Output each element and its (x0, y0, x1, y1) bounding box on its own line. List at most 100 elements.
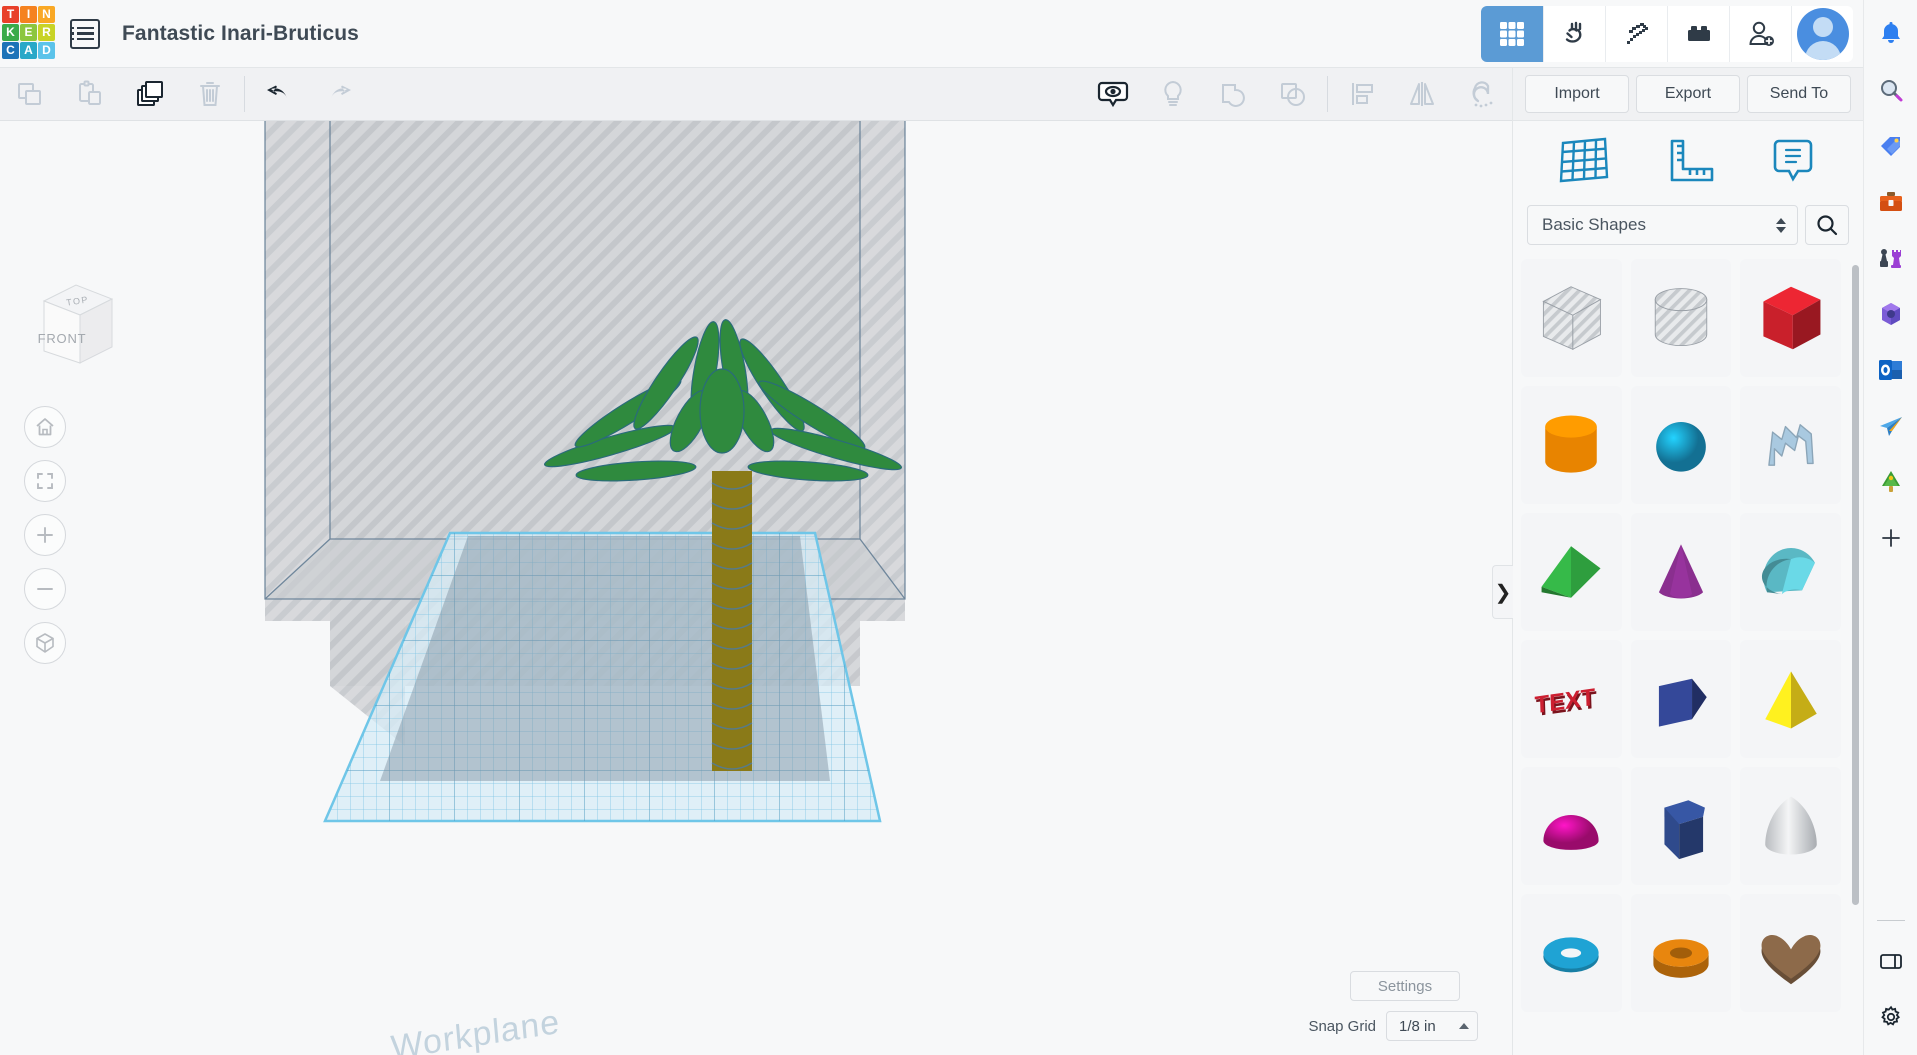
viewcube[interactable]: TOP FRONT (26, 271, 126, 371)
toggle-perspective-button[interactable] (24, 622, 66, 664)
shape-search-button[interactable] (1805, 205, 1849, 245)
logo-tile-e: E (20, 23, 37, 41)
tinkercad-logo[interactable]: TIN KER CAD (0, 0, 55, 68)
sidebar-item-toggle-panel[interactable] (1871, 941, 1911, 981)
scribble-thumbnail (1767, 424, 1814, 466)
pickaxe-icon (1626, 22, 1648, 44)
ungroup-shapes-icon (1281, 83, 1305, 106)
shape-sphere[interactable] (1630, 386, 1732, 504)
shape-heart[interactable] (1740, 894, 1841, 1012)
3d-viewport[interactable]: TOP FRONT Workplane Settings Snap Grid 1… (0, 121, 1512, 1055)
send-to-button[interactable]: Send To (1747, 75, 1851, 113)
ungroup-button[interactable] (1263, 68, 1323, 121)
magnet-icon (1472, 81, 1493, 108)
workplane-tool-button[interactable] (1555, 135, 1611, 192)
paste-icon (79, 80, 101, 105)
shape-round-roof[interactable] (1630, 894, 1732, 1012)
sidebar-item-settings[interactable] (1871, 997, 1911, 1037)
panel-collapse-handle[interactable]: ❯ (1492, 565, 1513, 619)
sidebar-item-outlook[interactable] (1871, 350, 1911, 390)
logo-tile-a: A (20, 41, 37, 59)
sidebar-item-nature[interactable] (1871, 462, 1911, 502)
shape-paraboloid[interactable] (1740, 767, 1841, 885)
invite-people-button[interactable] (1729, 5, 1791, 62)
microsoft-365-icon (1881, 303, 1900, 325)
shape-cylinder[interactable] (1521, 386, 1622, 504)
cylinder-thumbnail (1545, 415, 1598, 473)
sidebar-item-toolbox[interactable] (1871, 182, 1911, 222)
user-avatar-button[interactable] (1791, 5, 1853, 62)
copy-button[interactable] (0, 68, 60, 121)
sidebar-item-games[interactable] (1871, 238, 1911, 278)
sidebar-item-notifications[interactable] (1871, 14, 1911, 54)
system-sidebar (1863, 0, 1917, 1055)
bricks-button[interactable] (1667, 5, 1729, 62)
mirror-button[interactable] (1392, 68, 1452, 121)
shape-half-sphere[interactable] (1521, 767, 1622, 885)
spinner-updown-icon (1776, 217, 1786, 233)
shape-library-dropdown[interactable]: Basic Shapes (1527, 205, 1798, 245)
zoom-out-button[interactable] (24, 568, 66, 610)
sidebar-item-microsoft365[interactable] (1871, 294, 1911, 334)
tree-icon (1881, 471, 1900, 492)
plus-icon (37, 527, 53, 543)
add-person-icon (1748, 21, 1774, 46)
duplicate-button[interactable] (120, 68, 180, 121)
shape-pyramid[interactable] (1740, 640, 1841, 758)
shape-grid-container[interactable]: TEXT TEXT (1513, 259, 1863, 1055)
3d-scene[interactable] (0, 121, 1512, 1055)
shape-cone[interactable] (1630, 513, 1732, 631)
design-menu-icon[interactable] (70, 18, 100, 49)
fit-to-view-button[interactable] (24, 460, 66, 502)
redo-button[interactable] (309, 68, 369, 121)
home-view-button[interactable] (24, 406, 66, 448)
shape-roof[interactable] (1521, 513, 1622, 631)
mirror-flip-icon (1410, 82, 1434, 106)
sidebar-item-telegram[interactable] (1871, 406, 1911, 446)
import-button[interactable]: Import (1525, 75, 1629, 113)
page-title: Fantastic Inari-Bruticus (122, 21, 359, 45)
caret-up-icon (1459, 1023, 1469, 1029)
lego-brick-icon (1687, 25, 1710, 41)
note-tool-button[interactable] (1765, 135, 1821, 192)
undo-button[interactable] (249, 68, 309, 121)
zoom-in-button[interactable] (24, 514, 66, 556)
show-hide-button[interactable] (1083, 68, 1143, 121)
shape-torus[interactable] (1521, 894, 1622, 1012)
magnet-button[interactable] (1452, 68, 1512, 121)
tag-icon (1880, 137, 1900, 156)
panel-scrollbar[interactable] (1852, 265, 1859, 905)
export-button[interactable]: Export (1636, 75, 1740, 113)
align-button[interactable] (1332, 68, 1392, 121)
bell-icon (1881, 22, 1900, 43)
sidebar-item-add-app[interactable] (1871, 518, 1911, 558)
snap-grid-dropdown[interactable]: 1/8 in (1386, 1011, 1478, 1041)
torus-thumbnail (1543, 937, 1599, 973)
tube-thumbnail (1761, 547, 1815, 595)
settings-button[interactable]: Settings (1350, 971, 1460, 1001)
shape-text[interactable]: TEXT TEXT (1521, 640, 1622, 758)
sidebar-item-search[interactable] (1871, 70, 1911, 110)
paste-button[interactable] (60, 68, 120, 121)
shape-cylinder-hole[interactable] (1630, 259, 1732, 377)
shape-scribble[interactable] (1740, 386, 1841, 504)
delete-button[interactable] (180, 68, 240, 121)
light-note-button[interactable] (1143, 68, 1203, 121)
wedge-thumbnail (1658, 678, 1707, 727)
minecraft-button[interactable] (1605, 5, 1667, 62)
gallery-grid-button[interactable] (1481, 5, 1543, 62)
ruler-tool-button[interactable] (1660, 135, 1716, 192)
polygon-thumbnail (1664, 800, 1705, 860)
shape-box[interactable] (1740, 259, 1841, 377)
shape-polygon[interactable] (1630, 767, 1732, 885)
shape-box-hole[interactable] (1521, 259, 1622, 377)
panel-layout-icon (1879, 954, 1902, 969)
codeblocks-button[interactable] (1543, 5, 1605, 62)
group-button[interactable] (1203, 68, 1263, 121)
sidebar-item-tags[interactable] (1871, 126, 1911, 166)
shape-library-selector: Basic Shapes (1513, 205, 1863, 259)
logo-tile-r: R (38, 23, 55, 41)
logo-tile-t: T (2, 5, 19, 23)
shape-wedge[interactable] (1630, 640, 1732, 758)
shape-tube[interactable] (1740, 513, 1841, 631)
